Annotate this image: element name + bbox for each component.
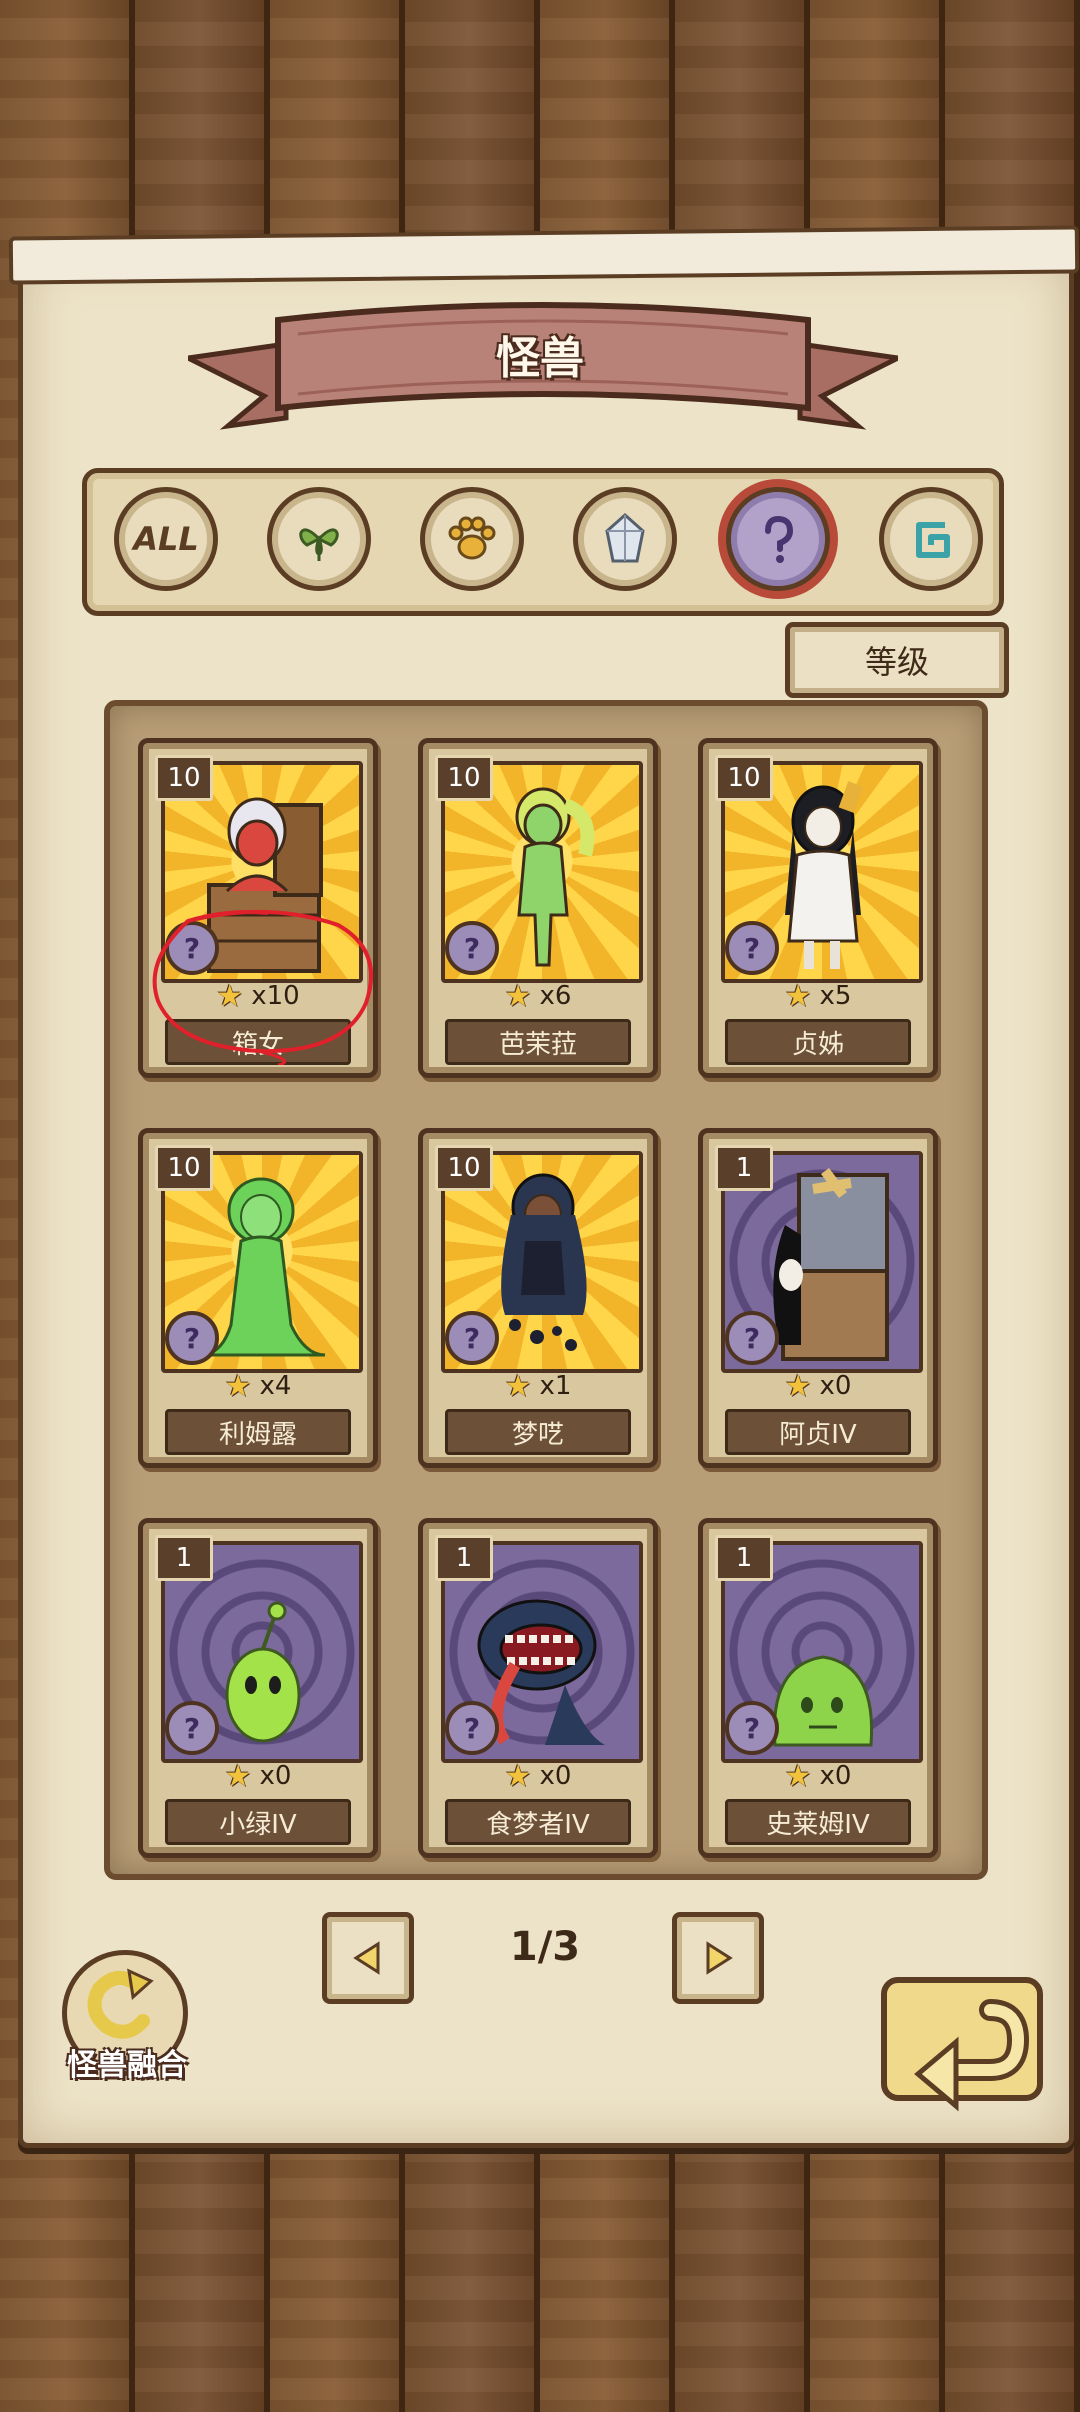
question-badge-icon: ? bbox=[725, 921, 779, 975]
star-count: ★ x5 bbox=[703, 978, 933, 1014]
star-count-value: x10 bbox=[251, 981, 300, 1011]
monster-name: 阿贞IV bbox=[725, 1409, 911, 1455]
monster-name: 贞姊 bbox=[725, 1019, 911, 1065]
monster-fusion-button[interactable]: 怪兽融合 bbox=[52, 1950, 202, 2090]
level-badge: 1 bbox=[715, 1145, 773, 1191]
monster-card[interactable]: 10 ? ★ x4 利姆露 bbox=[138, 1128, 378, 1468]
star-count: ★ x0 bbox=[703, 1368, 933, 1404]
monster-name: 芭茉菈 bbox=[445, 1019, 631, 1065]
swirl-icon bbox=[916, 522, 950, 558]
star-count-value: x6 bbox=[539, 981, 572, 1011]
monster-card[interactable]: 1 ? ★ x0 食梦者IV bbox=[418, 1518, 658, 1858]
monster-name: 史莱姆IV bbox=[725, 1799, 911, 1845]
monster-name: 食梦者IV bbox=[445, 1799, 631, 1845]
question-icon bbox=[765, 515, 794, 563]
question-badge-icon: ? bbox=[165, 1311, 219, 1365]
star-icon: ★ bbox=[504, 1758, 532, 1794]
paw-icon bbox=[448, 516, 496, 560]
all-icon: ALL bbox=[133, 520, 199, 558]
monster-card[interactable]: 10 ? ★ x10 箱女 bbox=[138, 738, 378, 1078]
star-count-value: x4 bbox=[259, 1371, 292, 1401]
level-badge: 10 bbox=[435, 1145, 493, 1191]
star-count: ★ x0 bbox=[423, 1758, 653, 1794]
star-count-value: x5 bbox=[819, 981, 852, 1011]
question-badge-icon: ? bbox=[445, 921, 499, 975]
monster-card[interactable]: 1 ? ★ x0 史莱姆IV bbox=[698, 1518, 938, 1858]
filter-unknown-button[interactable] bbox=[726, 487, 830, 591]
star-count: ★ x6 bbox=[423, 978, 653, 1014]
star-icon: ★ bbox=[784, 1758, 812, 1794]
star-count: ★ x0 bbox=[143, 1758, 373, 1794]
star-count-value: x0 bbox=[539, 1761, 572, 1791]
monster-card[interactable]: 10 ? ★ x1 梦呓 bbox=[418, 1128, 658, 1468]
question-badge-icon: ? bbox=[725, 1701, 779, 1755]
question-badge-icon: ? bbox=[165, 1701, 219, 1755]
star-icon: ★ bbox=[224, 1368, 252, 1404]
star-count-value: x0 bbox=[819, 1761, 852, 1791]
monster-card[interactable]: 10 ? ★ x6 芭茉菈 bbox=[418, 738, 658, 1078]
question-badge-icon: ? bbox=[445, 1311, 499, 1365]
filter-bar bbox=[82, 468, 1004, 616]
level-badge: 1 bbox=[715, 1535, 773, 1581]
star-count: ★ x0 bbox=[703, 1758, 933, 1794]
star-count-value: x0 bbox=[819, 1371, 852, 1401]
star-count: ★ x10 bbox=[143, 978, 373, 1014]
fusion-label: 怪兽融合 bbox=[67, 2048, 187, 2083]
next-page-button[interactable] bbox=[672, 1912, 764, 2004]
star-icon: ★ bbox=[504, 978, 532, 1014]
monster-name: 小绿IV bbox=[165, 1799, 351, 1845]
star-icon: ★ bbox=[784, 978, 812, 1014]
level-badge: 10 bbox=[155, 1145, 213, 1191]
page-title: 怪兽 bbox=[496, 333, 584, 384]
filter-all-button[interactable]: ALL bbox=[114, 487, 218, 591]
star-icon: ★ bbox=[216, 978, 244, 1014]
monster-name: 箱女 bbox=[165, 1019, 351, 1065]
level-badge: 10 bbox=[435, 755, 493, 801]
star-count: ★ x4 bbox=[143, 1368, 373, 1404]
prev-page-button[interactable] bbox=[322, 1912, 414, 2004]
filter-other-button[interactable] bbox=[879, 487, 983, 591]
star-count-value: x1 bbox=[539, 1371, 572, 1401]
level-badge: 1 bbox=[435, 1535, 493, 1581]
return-arrow-icon[interactable] bbox=[878, 1970, 1048, 2140]
question-badge-icon: ? bbox=[445, 1701, 499, 1755]
level-badge: 10 bbox=[155, 755, 213, 801]
crystal-icon bbox=[605, 512, 645, 563]
star-icon: ★ bbox=[504, 1368, 532, 1404]
monster-card[interactable]: 1 ? ★ x0 小绿IV bbox=[138, 1518, 378, 1858]
triangle-left-icon bbox=[353, 1941, 380, 1975]
filter-mineral-button[interactable] bbox=[573, 487, 677, 591]
star-icon: ★ bbox=[224, 1758, 252, 1794]
level-badge: 1 bbox=[155, 1535, 213, 1581]
monster-name: 利姆露 bbox=[165, 1409, 351, 1455]
star-count: ★ x1 bbox=[423, 1368, 653, 1404]
question-badge-icon: ? bbox=[165, 921, 219, 975]
sort-label: 等级 bbox=[864, 643, 929, 681]
star-icon: ★ bbox=[784, 1368, 812, 1404]
question-badge-icon: ? bbox=[725, 1311, 779, 1365]
level-badge: 10 bbox=[715, 755, 773, 801]
leaf-icon bbox=[299, 528, 339, 561]
star-count-value: x0 bbox=[259, 1761, 292, 1791]
filter-beast-button[interactable] bbox=[420, 487, 524, 591]
monster-name: 梦呓 bbox=[445, 1409, 631, 1455]
monster-card[interactable]: 1 ? ★ x0 阿贞IV bbox=[698, 1128, 938, 1468]
triangle-right-icon bbox=[706, 1941, 733, 1975]
monster-card[interactable]: 10 ? ★ x5 贞姊 bbox=[698, 738, 938, 1078]
sort-level-button[interactable]: 等级 bbox=[785, 622, 1009, 698]
filter-plant-button[interactable] bbox=[267, 487, 371, 591]
page-indicator: 1/3 bbox=[509, 1924, 581, 1970]
